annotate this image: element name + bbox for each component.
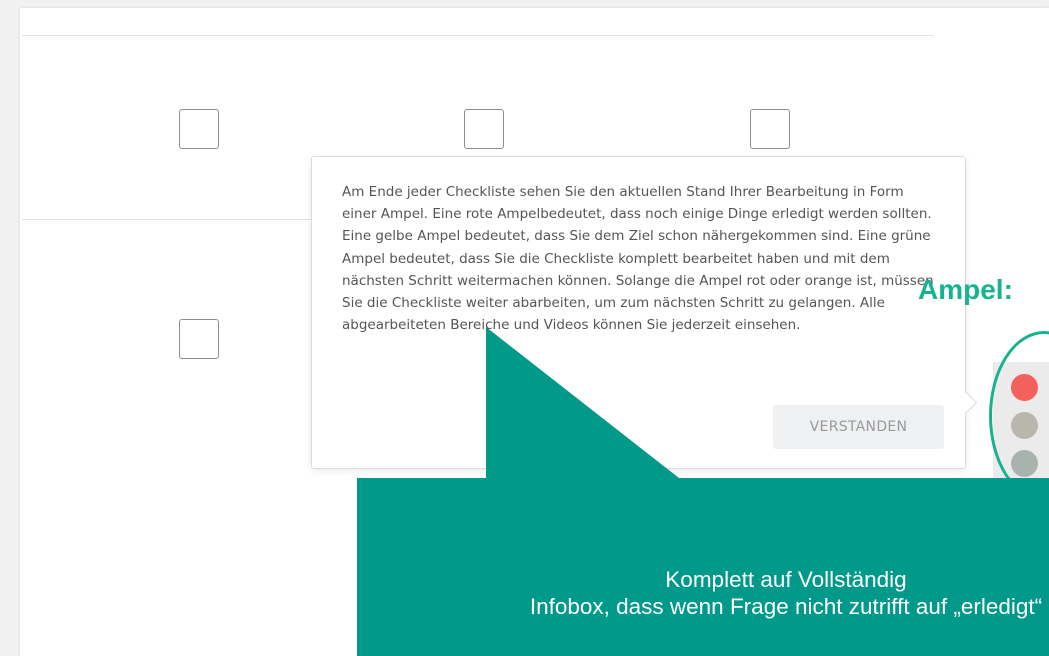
callout-pointer — [486, 327, 679, 478]
callout-line-1: Komplett auf Vollständig — [665, 567, 907, 592]
annotation-callout — [357, 327, 1049, 656]
callout-line-2: Infobox, dass wenn Frage nicht zutrifft … — [529, 594, 1043, 619]
callout-text: Komplett auf Vollständig Infobox, dass w… — [356, 566, 1049, 620]
